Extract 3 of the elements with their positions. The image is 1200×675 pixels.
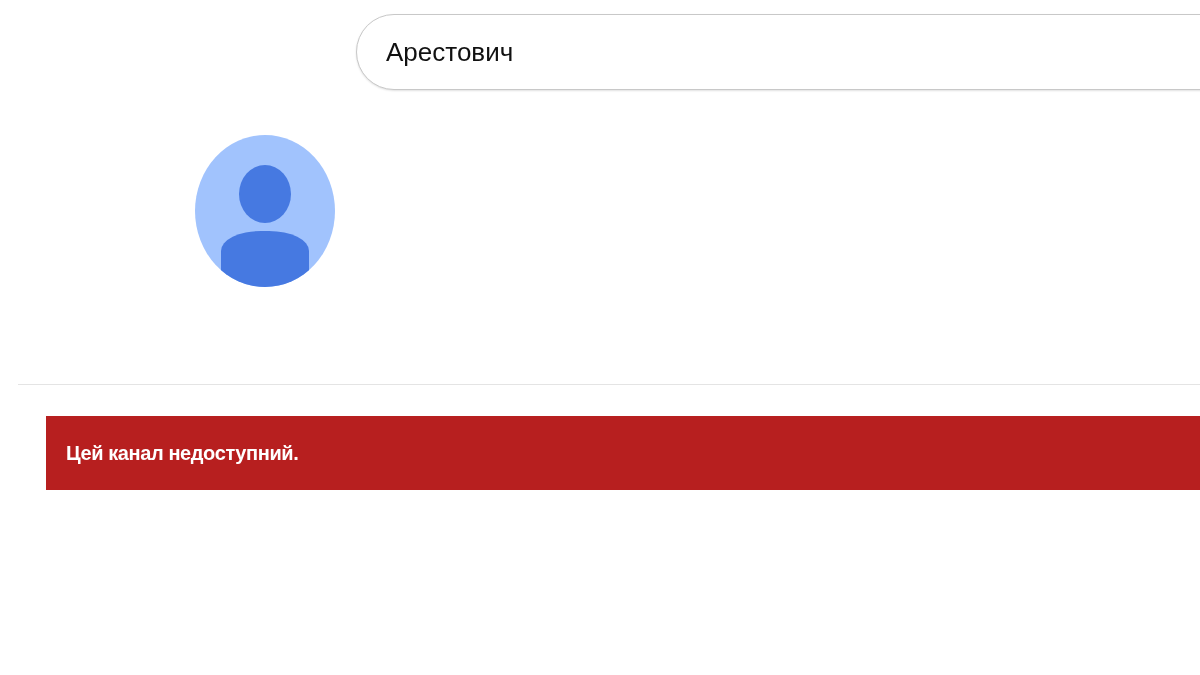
avatar-icon: [195, 135, 335, 287]
search-field[interactable]: Арестович: [356, 14, 1200, 90]
error-message: Цей канал недоступний.: [66, 441, 299, 465]
